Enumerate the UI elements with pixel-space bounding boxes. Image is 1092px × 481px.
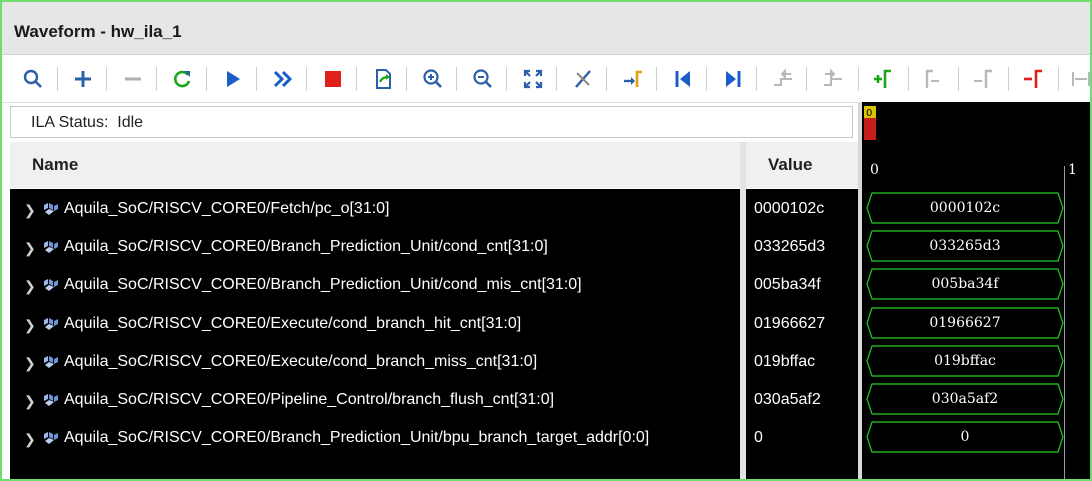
title-bar: Waveform - hw_ila_1 [2, 2, 1090, 55]
signal-value: 030a5af2 [754, 391, 821, 408]
search-icon[interactable] [18, 64, 48, 94]
add-marker-icon[interactable] [868, 64, 898, 94]
signal-row[interactable]: ❯ Aquila_SoC/RISCV_CORE0/Execute/cond_bra… [10, 306, 740, 344]
swap-cursor-icon[interactable] [1018, 64, 1048, 94]
next-transition-icon[interactable] [818, 64, 848, 94]
signal-value: 0 [754, 429, 763, 447]
zoom-fit-icon[interactable] [518, 64, 548, 94]
run-immediate-icon[interactable] [268, 64, 298, 94]
bus-waveform-value: 005ba34f [931, 276, 999, 293]
export-icon[interactable] [368, 64, 398, 94]
bus-waveform[interactable]: 005ba34f [866, 268, 1064, 300]
bus-waveform[interactable]: 033265d3 [866, 230, 1064, 262]
stop-icon[interactable] [318, 64, 348, 94]
bus-waveform-value: 019bffac [934, 352, 996, 369]
signal-value-cell: 019bffac [746, 344, 858, 382]
bus-signal-icon [44, 432, 58, 445]
signal-row[interactable]: ❯ Aquila_SoC/RISCV_CORE0/Branch_Predictio… [10, 229, 740, 267]
bus-signal-icon [44, 355, 58, 368]
timeline-end-line [1064, 166, 1065, 479]
signal-value-cell: 005ba34f [746, 267, 858, 305]
prev-marker-icon[interactable] [918, 64, 948, 94]
signal-row[interactable]: ❯ Aquila_SoC/RISCV_CORE0/Execute/cond_bra… [10, 344, 740, 382]
refresh-icon[interactable] [167, 64, 197, 94]
go-to-start-icon[interactable] [668, 64, 698, 94]
expand-chevron-icon[interactable]: ❯ [24, 317, 36, 334]
bus-waveform[interactable]: 0000102c [866, 192, 1064, 224]
bus-waveform[interactable]: 019bffac [866, 345, 1064, 377]
bus-signal-icon [44, 317, 58, 330]
add-icon[interactable] [68, 64, 98, 94]
cut-marker-icon[interactable] [568, 64, 598, 94]
bus-waveform-value: 033265d3 [929, 238, 1001, 255]
signal-name: Aquila_SoC/RISCV_CORE0/Fetch/pc_o[31:0] [64, 200, 390, 217]
timeline-start-label: 0 [870, 162, 879, 178]
signal-name: Aquila_SoC/RISCV_CORE0/Branch_Prediction… [64, 238, 548, 256]
trigger-marker [864, 118, 876, 140]
bus-waveform[interactable]: 0 [866, 421, 1064, 453]
signal-value: 0000102c [754, 200, 825, 217]
waveform-window: Waveform - hw_ila_1 ILA Status: Idle Nam… [0, 0, 1092, 481]
signal-value-cell: 030a5af2 [746, 382, 858, 420]
zoom-out-icon[interactable] [468, 64, 498, 94]
signal-value: 019bffac [754, 352, 816, 370]
signal-name: Aquila_SoC/RISCV_CORE0/Pipeline_Control/… [64, 391, 555, 408]
bus-waveform[interactable]: 030a5af2 [866, 383, 1064, 415]
signal-row[interactable]: ❯ Aquila_SoC/RISCV_CORE0/Fetch/pc_o[31:0] [10, 191, 740, 229]
signal-value: 005ba34f [754, 276, 821, 294]
signal-row[interactable]: ❯ Aquila_SoC/RISCV_CORE0/Pipeline_Control… [10, 382, 740, 420]
toolbar [2, 55, 1090, 103]
signal-value: 01966627 [754, 314, 826, 332]
bus-waveform-value: 030a5af2 [931, 391, 999, 407]
signal-value-cell: 0000102c [746, 191, 858, 229]
waveform-view[interactable]: 0 0 1 0000102c 033265d3 005ba34f 01966627 01… [862, 102, 1090, 479]
expand-chevron-icon[interactable]: ❯ [24, 393, 36, 410]
signal-name-list: ❯ Aquila_SoC/RISCV_CORE0/Fetch/pc_o[31:0]… [10, 189, 740, 479]
run-trigger-icon[interactable] [218, 64, 248, 94]
window-title: Waveform - hw_ila_1 [14, 22, 182, 41]
signal-value-cell: 0 [746, 420, 858, 458]
cursor-label: 0 [866, 108, 873, 119]
expand-chevron-icon[interactable]: ❯ [24, 355, 36, 372]
signal-row[interactable]: ❯ Aquila_SoC/RISCV_CORE0/Branch_Predictio… [10, 267, 740, 305]
signal-value-cell: 01966627 [746, 306, 858, 344]
bus-signal-icon [44, 203, 58, 215]
prev-transition-icon[interactable] [768, 64, 798, 94]
ila-status-bar: ILA Status: Idle [10, 106, 853, 138]
ila-status-text: ILA Status: Idle [31, 114, 144, 131]
name-column-header[interactable]: Name [10, 142, 740, 188]
bus-signal-icon [44, 394, 58, 406]
signal-row[interactable]: ❯ Aquila_SoC/RISCV_CORE0/Branch_Predictio… [10, 420, 740, 458]
signal-name: Aquila_SoC/RISCV_CORE0/Execute/cond_bran… [64, 352, 538, 370]
expand-chevron-icon[interactable]: ❯ [24, 431, 36, 448]
go-to-cursor-icon[interactable] [618, 64, 648, 94]
go-to-end-icon[interactable] [718, 64, 748, 94]
next-marker-icon[interactable] [968, 64, 998, 94]
bus-signal-icon [44, 279, 58, 292]
signal-value: 033265d3 [754, 238, 826, 256]
bus-signal-icon [44, 241, 58, 254]
bus-waveform-value: 01966627 [929, 314, 1001, 331]
signal-name: Aquila_SoC/RISCV_CORE0/Branch_Prediction… [64, 429, 650, 447]
snap-icon[interactable] [1066, 64, 1090, 94]
expand-chevron-icon[interactable]: ❯ [24, 240, 36, 257]
signal-name: Aquila_SoC/RISCV_CORE0/Execute/cond_bran… [64, 314, 522, 332]
bus-waveform-value: 0 [960, 429, 970, 446]
remove-icon[interactable] [118, 64, 148, 94]
signal-value-list: 0000102c 033265d3 005ba34f 01966627 019bffac… [746, 189, 858, 479]
expand-chevron-icon[interactable]: ❯ [24, 202, 36, 219]
value-column-header[interactable]: Value [746, 142, 858, 188]
signal-name: Aquila_SoC/RISCV_CORE0/Branch_Prediction… [64, 276, 582, 294]
timeline-end-label: 1 [1068, 162, 1077, 178]
expand-chevron-icon[interactable]: ❯ [24, 278, 36, 295]
zoom-in-icon[interactable] [418, 64, 448, 94]
bus-waveform-value: 0000102c [929, 200, 1001, 216]
bus-waveform[interactable]: 01966627 [866, 306, 1064, 339]
signal-value-cell: 033265d3 [746, 229, 858, 267]
